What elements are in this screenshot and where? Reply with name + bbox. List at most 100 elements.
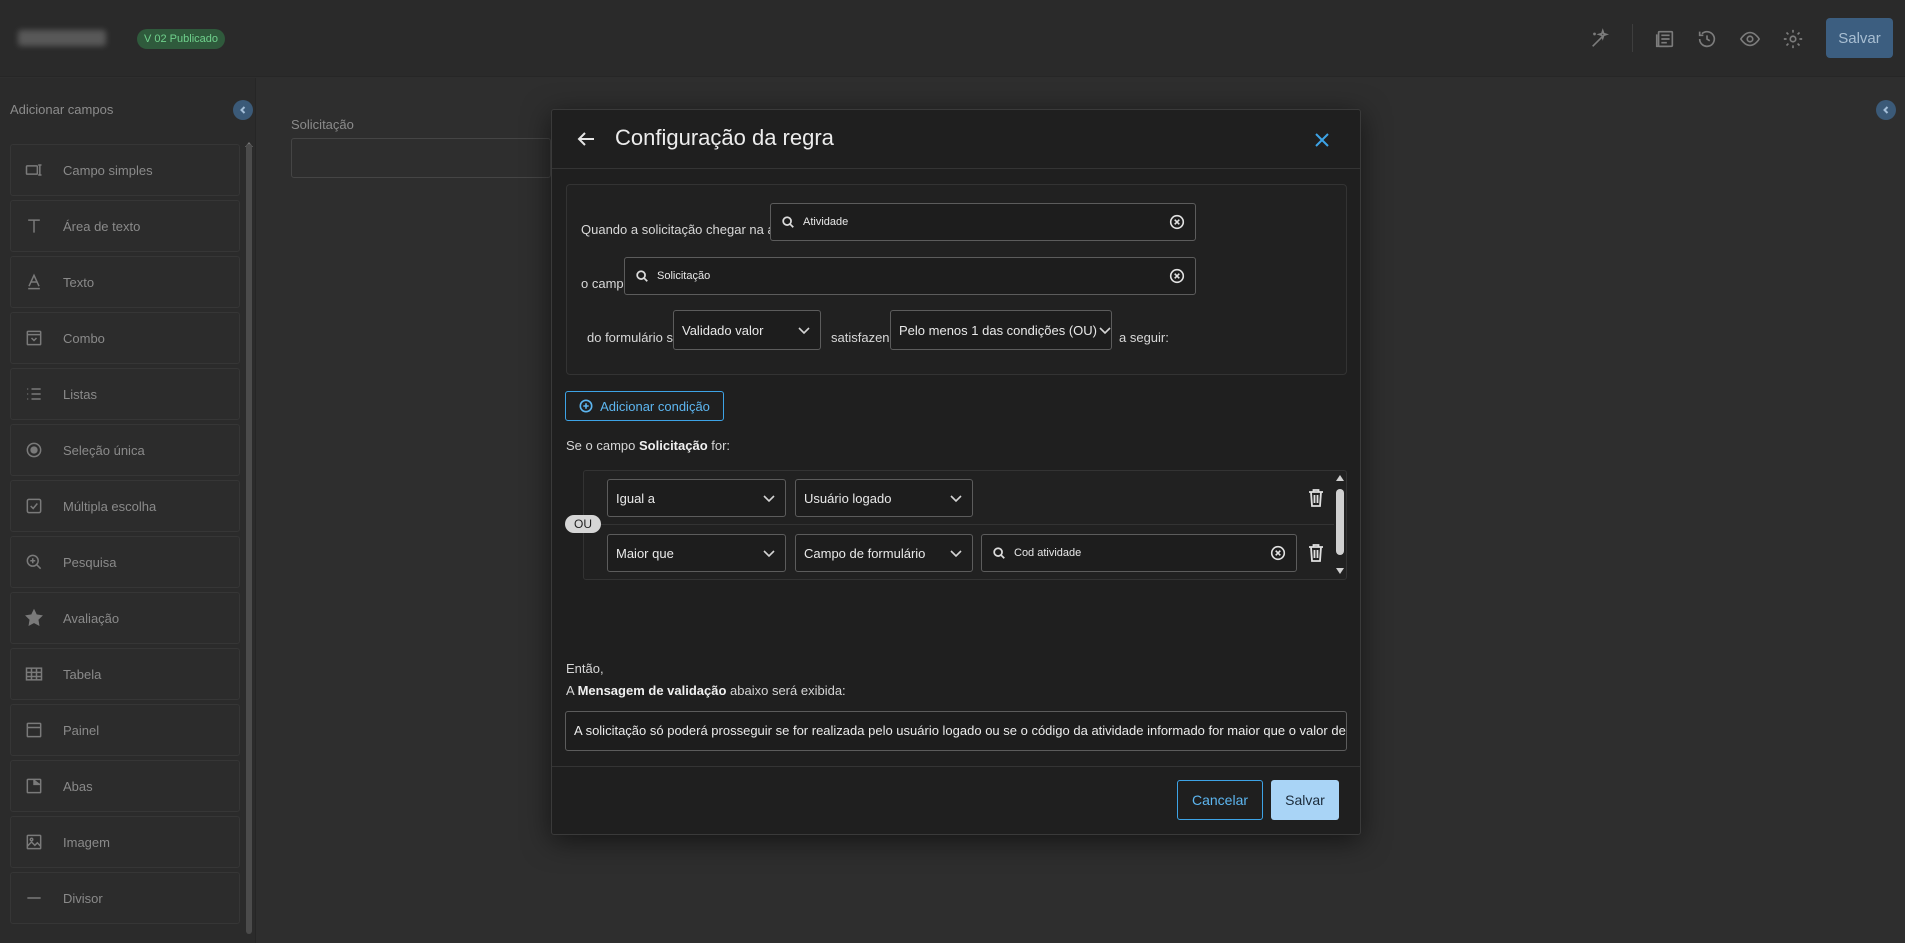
document-list-icon[interactable] [1651, 25, 1679, 53]
search-icon [992, 546, 1006, 560]
sidebar-item-combo[interactable]: Combo [10, 312, 240, 364]
modal-title: Configuração da regra [615, 125, 834, 150]
caption-suffix: for: [707, 438, 731, 453]
clear-icon[interactable] [1270, 545, 1286, 561]
validation-message-input[interactable]: A solicitação só poderá prosseguir se fo… [565, 711, 1347, 751]
magic-wand-icon[interactable] [1586, 25, 1614, 53]
search-plus-icon [18, 546, 50, 578]
sidebar-item-label: Listas [63, 386, 97, 402]
sidebar-scrollbar[interactable] [246, 144, 252, 934]
image-icon [18, 826, 50, 858]
fields-sidebar: Adicionar campos Campo simples Área de t… [0, 78, 256, 943]
tabs-icon [18, 770, 50, 802]
sidebar-item-label: Campo simples [63, 162, 153, 178]
sidebar-item-tabela[interactable]: Tabela [10, 648, 240, 700]
sidebar-item-label: Seleção única [63, 442, 145, 458]
checkbox-icon [18, 490, 50, 522]
modal-header: Configuração da regra [552, 110, 1360, 169]
conditions-scroll-up[interactable] [1336, 475, 1344, 481]
sidebar-item-texto[interactable]: Texto [10, 256, 240, 308]
condition-2-value-input[interactable]: Cod atividade [981, 534, 1297, 572]
sidebar-item-label: Pesquisa [63, 554, 117, 570]
sidebar-item-divisor[interactable]: Divisor [10, 872, 240, 924]
conditions-scroll-down[interactable] [1336, 568, 1344, 574]
message-caption-bold: Mensagem de validação [577, 683, 727, 698]
action-value: Validado valor [682, 322, 764, 338]
sidebar-item-listas[interactable]: Listas [10, 368, 240, 420]
caption-field: Solicitação [639, 438, 708, 453]
trash-icon [1309, 544, 1323, 562]
header-save-button[interactable]: Salvar [1826, 18, 1893, 58]
text-icon [18, 266, 50, 298]
combo-icon [18, 322, 50, 354]
sidebar-item-abas[interactable]: Abas [10, 760, 240, 812]
chevron-down-icon [796, 322, 812, 338]
list-icon [18, 378, 50, 410]
action-select[interactable]: Validado valor [673, 310, 821, 350]
toolbar-divider [1632, 24, 1633, 52]
activity-search-input[interactable]: Atividade [770, 203, 1196, 241]
condition-2-operator-select[interactable]: Maior que [607, 534, 786, 572]
plus-circle-icon [579, 399, 593, 413]
sidebar-title: Adicionar campos [10, 102, 114, 117]
input-field-icon [18, 154, 50, 186]
sidebar-item-imagem[interactable]: Imagem [10, 816, 240, 868]
history-icon[interactable] [1693, 25, 1721, 53]
condition-1-source-select[interactable]: Usuário logado [795, 479, 973, 517]
condition-2-value: Cod atividade [1014, 547, 1082, 559]
activity-value: Atividade [803, 216, 849, 228]
eye-icon[interactable] [1736, 25, 1764, 53]
sidebar-item-campo-simples[interactable]: Campo simples [10, 144, 240, 196]
condition-1-operator-select[interactable]: Igual a [607, 479, 786, 517]
close-icon [1315, 133, 1329, 147]
panel-icon [18, 714, 50, 746]
add-condition-label: Adicionar condição [600, 398, 710, 414]
collapse-properties-button[interactable] [1876, 100, 1896, 120]
condition-divider [583, 524, 1334, 525]
search-icon [635, 269, 649, 283]
delete-condition-1-button[interactable] [1306, 487, 1328, 509]
sidebar-item-area-de-texto[interactable]: Área de texto [10, 200, 240, 252]
divider-icon [18, 882, 50, 914]
delete-condition-2-button[interactable] [1306, 542, 1328, 564]
back-button[interactable] [574, 127, 598, 151]
field-value: Solicitação [657, 270, 711, 282]
sidebar-item-avaliacao[interactable]: Avaliação [10, 592, 240, 644]
clear-icon[interactable] [1169, 214, 1185, 230]
chevron-down-icon [948, 545, 964, 561]
sidebar-item-label: Texto [63, 274, 95, 290]
modal-footer-divider [552, 766, 1360, 767]
chevron-left-icon [1883, 106, 1889, 114]
condition-2-source-select[interactable]: Campo de formulário [795, 534, 973, 572]
sidebar-item-pesquisa[interactable]: Pesquisa [10, 536, 240, 588]
gear-icon[interactable] [1779, 25, 1807, 53]
cancel-button[interactable]: Cancelar [1177, 780, 1263, 820]
sidebar-item-multipla-escolha[interactable]: Múltipla escolha [10, 480, 240, 532]
star-icon [18, 602, 50, 634]
save-button[interactable]: Salvar [1271, 780, 1339, 820]
collapse-sidebar-button[interactable] [233, 100, 253, 120]
chevron-down-icon [761, 545, 777, 561]
then-text: Então, [566, 661, 604, 676]
search-icon [781, 215, 795, 229]
close-button[interactable] [1310, 128, 1334, 152]
chevron-down-icon [1097, 322, 1113, 338]
conditions-scrollbar[interactable] [1336, 489, 1344, 555]
clear-icon[interactable] [1169, 268, 1185, 284]
version-badge: V 02 Publicado [137, 29, 225, 49]
sidebar-item-painel[interactable]: Painel [10, 704, 240, 756]
match-select[interactable]: Pelo menos 1 das condições (OU) [890, 310, 1112, 350]
rule-definition-box: Quando a solicitação chegar na atividade… [566, 184, 1347, 375]
sidebar-item-selecao-unica[interactable]: Seleção única [10, 424, 240, 476]
condition-2-operator: Maior que [616, 545, 674, 561]
sidebar-item-label: Divisor [63, 890, 103, 906]
sidebar-item-label: Abas [63, 778, 93, 794]
canvas-field-input[interactable] [291, 138, 551, 178]
field-search-input[interactable]: Solicitação [624, 257, 1196, 295]
chevron-left-icon [240, 106, 246, 114]
top-bar: V 02 Publicado Salvar [0, 0, 1905, 77]
chevron-down-icon [948, 490, 964, 506]
add-condition-button[interactable]: Adicionar condição [565, 391, 724, 421]
rule-config-modal: Configuração da regra Quando a solicitaç… [551, 109, 1361, 835]
conditions-caption: Se o campo Solicitação for: [566, 438, 730, 453]
